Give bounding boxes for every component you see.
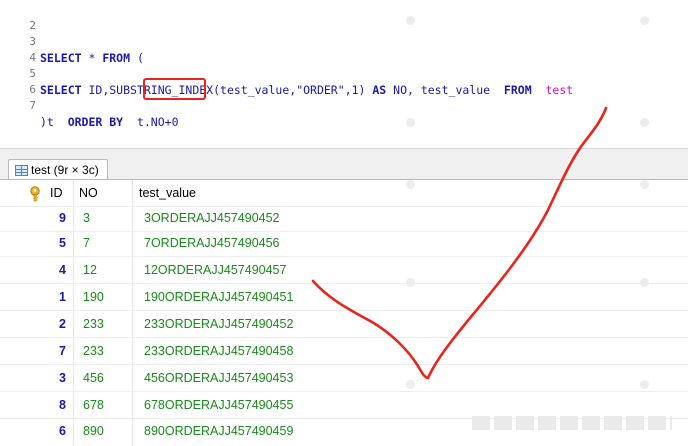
column-header-id[interactable]: ID — [50, 186, 63, 200]
cell-id[interactable]: 6 — [42, 424, 66, 438]
watermark-dot — [406, 16, 415, 25]
cell-id[interactable]: 7 — [42, 344, 66, 358]
watermark-dot — [406, 118, 415, 127]
editor-line-4: 4 — [0, 34, 36, 64]
keyword-from: FROM — [102, 51, 131, 65]
column-header-no[interactable]: NO — [79, 186, 98, 200]
cell-id[interactable]: 1 — [42, 290, 66, 304]
cell-id[interactable]: 5 — [42, 236, 66, 250]
watermark-dot — [640, 180, 649, 189]
watermark-dot — [640, 380, 649, 389]
table-row[interactable]: 1 190 190ORDERAJJ457490451 — [0, 286, 688, 310]
table-row[interactable]: 8 678 678ORDERAJJ457490455 — [0, 394, 688, 418]
cell-test-value[interactable]: 190ORDERAJJ457490451 — [144, 290, 293, 304]
row-divider — [0, 364, 688, 365]
editor-line-7: 7 )t ORDER BY t.NO+0 — [0, 82, 178, 129]
cell-id[interactable]: 3 — [42, 371, 66, 385]
editor-line-6: 6 — [0, 66, 36, 96]
cell-test-value[interactable]: 3ORDERAJJ457490452 — [144, 211, 280, 225]
keyword-select: SELECT — [40, 83, 82, 97]
row-divider — [0, 256, 688, 257]
blurred-watermark — [472, 416, 672, 430]
watermark-dot — [640, 278, 649, 287]
cell-id[interactable]: 8 — [42, 398, 66, 412]
cell-test-value[interactable]: 456ORDERAJJ457490453 — [144, 371, 293, 385]
cell-id[interactable]: 4 — [42, 263, 66, 277]
red-highlight-box — [143, 78, 206, 100]
cell-no[interactable]: 3 — [83, 211, 90, 225]
primary-key-icon — [30, 186, 40, 202]
row-divider — [0, 391, 688, 392]
result-tab-bar: test (9r × 3c) — [0, 148, 688, 180]
cell-no[interactable]: 7 — [83, 236, 90, 250]
column-header-test-value[interactable]: test_value — [139, 186, 196, 200]
code-token: * — [81, 51, 103, 65]
cell-test-value[interactable]: 233ORDERAJJ457490458 — [144, 344, 293, 358]
watermark-dot — [640, 118, 649, 127]
table-row[interactable]: 5 7 7ORDERAJJ457490456 — [0, 232, 688, 256]
order-expression: t.NO+0 — [136, 115, 179, 129]
result-tab-label: test (9r × 3c) — [31, 163, 99, 177]
code-text: )t ORDER BY t.NO+0 — [40, 114, 179, 130]
cell-no[interactable]: 456 — [83, 371, 104, 385]
cell-no[interactable]: 233 — [83, 317, 104, 331]
cell-no[interactable]: 190 — [83, 290, 104, 304]
cell-test-value[interactable]: 678ORDERAJJ457490455 — [144, 398, 293, 412]
table-row[interactable]: 2 233 233ORDERAJJ457490452 — [0, 313, 688, 337]
cell-no[interactable]: 678 — [83, 398, 104, 412]
cell-test-value[interactable]: 12ORDERAJJ457490457 — [144, 263, 286, 277]
table-row[interactable]: 3 456 456ORDERAJJ457490453 — [0, 367, 688, 391]
watermark-dot — [406, 380, 415, 389]
keyword-select: SELECT — [40, 51, 82, 65]
line-number: 7 — [29, 99, 36, 112]
watermark-dot — [406, 180, 415, 189]
cell-id[interactable]: 2 — [42, 317, 66, 331]
result-tab-test[interactable]: test (9r × 3c) — [8, 159, 108, 180]
table-name: test — [545, 83, 574, 97]
cell-test-value[interactable]: 233ORDERAJJ457490452 — [144, 317, 293, 331]
keyword-as: AS — [372, 83, 387, 97]
cell-id[interactable]: 9 — [42, 211, 66, 225]
table-row[interactable]: 7 233 233ORDERAJJ457490458 — [0, 340, 688, 364]
code-text: SELECT * FROM ( — [40, 50, 144, 66]
code-token: )t — [40, 115, 68, 129]
keyword-order-by: ORDER BY — [67, 115, 124, 129]
row-divider — [0, 283, 688, 284]
table-row[interactable]: 9 3 3ORDERAJJ457490452 — [0, 207, 688, 231]
table-grid-icon — [15, 164, 28, 176]
row-divider — [0, 337, 688, 338]
cell-no[interactable]: 12 — [83, 263, 97, 277]
editor-line-5: 5 SELECT ID,SUBSTRING_INDEX(test_value,"… — [0, 50, 573, 97]
cell-test-value[interactable]: 7ORDERAJJ457490456 — [144, 236, 280, 250]
cell-no[interactable]: 233 — [83, 344, 104, 358]
cell-test-value[interactable]: 890ORDERAJJ457490459 — [144, 424, 293, 438]
code-token: NO, test_value — [386, 83, 504, 97]
watermark-dot — [406, 278, 415, 287]
sql-editor[interactable]: 2 3 SELECT * FROM ( 4 5 SELECT ID,SUBSTR… — [0, 0, 688, 148]
editor-line-3: 3 SELECT * FROM ( — [0, 18, 144, 65]
table-row[interactable]: 4 12 12ORDERAJJ457490457 — [0, 259, 688, 283]
watermark-dot — [640, 16, 649, 25]
row-divider — [0, 310, 688, 311]
editor-line-2: 2 — [0, 2, 36, 32]
result-grid[interactable]: ID NO test_value 9 3 3ORDERAJJ457490452 … — [0, 180, 688, 446]
keyword-from: FROM — [503, 83, 532, 97]
code-text: SELECT ID,SUBSTRING_INDEX(test_value,"OR… — [40, 82, 573, 98]
cell-no[interactable]: 890 — [83, 424, 104, 438]
grid-header-row: ID NO test_value — [0, 180, 688, 206]
code-token: ( — [130, 51, 144, 65]
string-literal: "ORDER" — [296, 83, 345, 97]
code-token: ,1) — [344, 83, 373, 97]
